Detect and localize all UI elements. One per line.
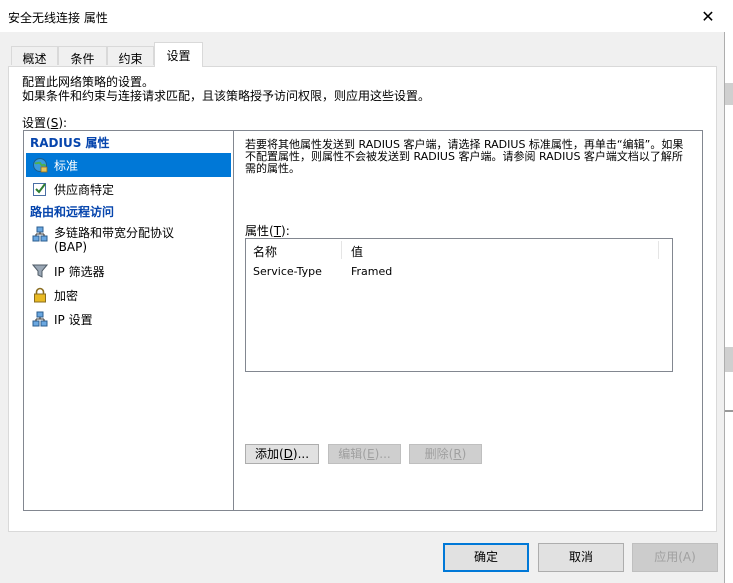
background-fragment — [725, 83, 733, 105]
background-window-edge — [725, 0, 733, 583]
nav-item-label: 多链路和带宽分配协议 (BAP) — [54, 226, 175, 254]
nav-item-label: IP 筛选器 — [54, 264, 105, 279]
tab-overview[interactable]: 概述 — [11, 46, 58, 66]
apply-button[interactable]: 应用(A) — [632, 543, 718, 572]
tab-conditions[interactable]: 条件 — [58, 46, 107, 66]
settings-description: 配置此网络策略的设置。 如果条件和约束与连接请求匹配，且该策略授予访问权限，则应… — [22, 75, 430, 103]
attribute-name-cell: Service-Type — [253, 265, 322, 278]
nav-item-multilink-bap[interactable]: 多链路和带宽分配协议 (BAP) — [26, 224, 231, 256]
nav-item-vendor-specific[interactable]: 供应商特定 — [26, 177, 231, 201]
category-routing-remote-access: 路由和远程访问 — [30, 205, 115, 219]
column-divider[interactable] — [341, 241, 342, 259]
lock-icon — [32, 287, 48, 303]
list-header: 名称 值 — [246, 239, 672, 261]
settings-label: 设置(S): — [22, 116, 68, 130]
title-bar: 安全无线连接 属性 ✕ — [0, 0, 725, 32]
checkbox-icon — [32, 181, 48, 197]
attributes-list[interactable]: 名称 值 Service-Type Framed — [245, 238, 673, 372]
nav-item-label: 标准 — [54, 158, 79, 173]
nav-item-encryption[interactable]: 加密 — [26, 283, 231, 307]
column-divider[interactable] — [658, 241, 659, 259]
network-icon — [32, 311, 48, 327]
window-title: 安全无线连接 属性 — [8, 11, 108, 25]
nav-item-standard[interactable]: 标准 — [26, 153, 231, 177]
nav-item-ip-filters[interactable]: IP 筛选器 — [26, 259, 231, 283]
ok-button[interactable]: 确定 — [443, 543, 529, 572]
attributes-description: 若要将其他属性发送到 RADIUS 客户端，请选择 RADIUS 标准属性，再单… — [245, 138, 684, 175]
attributes-label: 属性(T): — [245, 224, 290, 238]
close-button[interactable]: ✕ — [690, 2, 726, 30]
table-row[interactable]: Service-Type Framed — [246, 264, 672, 280]
nav-item-label: 供应商特定 — [54, 182, 115, 197]
description-line-1: 配置此网络策略的设置。 — [22, 75, 155, 89]
settings-tree[interactable]: RADIUS 属性 标准 供应商特定 路由和远程访问 多链路和带宽分配协议 (B… — [23, 130, 234, 511]
delete-button[interactable]: 删除(R) — [409, 444, 482, 464]
background-fragment — [725, 347, 733, 372]
globe-network-icon — [32, 157, 48, 173]
background-fragment — [725, 410, 733, 412]
nav-item-label: 加密 — [54, 288, 79, 303]
add-button[interactable]: 添加(D)... — [245, 444, 319, 464]
network-icon — [32, 226, 48, 242]
attributes-panel: 若要将其他属性发送到 RADIUS 客户端，请选择 RADIUS 标准属性，再单… — [233, 130, 703, 511]
category-radius-attributes: RADIUS 属性 — [30, 136, 110, 150]
funnel-icon — [32, 263, 48, 279]
attribute-value-cell: Framed — [351, 265, 393, 278]
column-header-name[interactable]: 名称 — [253, 243, 277, 260]
tab-settings[interactable]: 设置 — [154, 42, 203, 67]
properties-dialog: 安全无线连接 属性 ✕ 概述 条件 约束 设置 配置此网络策略的设置。 如果条件… — [0, 0, 725, 583]
settings-tab-page: 配置此网络策略的设置。 如果条件和约束与连接请求匹配，且该策略授予访问权限，则应… — [8, 66, 717, 532]
edit-button[interactable]: 编辑(E)... — [328, 444, 401, 464]
tab-constraints[interactable]: 约束 — [107, 46, 154, 66]
column-header-value[interactable]: 值 — [351, 243, 363, 260]
close-icon: ✕ — [701, 6, 715, 26]
nav-item-ip-settings[interactable]: IP 设置 — [26, 307, 231, 331]
cancel-button[interactable]: 取消 — [538, 543, 624, 572]
nav-item-label: IP 设置 — [54, 312, 93, 327]
description-line-2: 如果条件和约束与连接请求匹配，且该策略授予访问权限，则应用这些设置。 — [22, 89, 431, 103]
